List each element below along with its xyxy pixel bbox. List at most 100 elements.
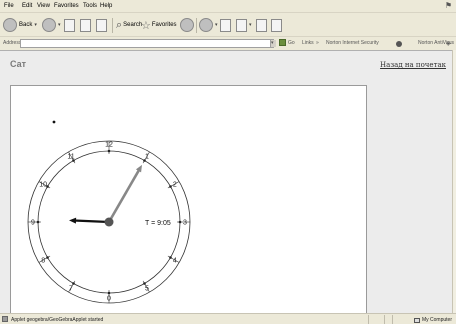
hour-number: 8 <box>41 258 45 265</box>
discuss-icon <box>256 18 267 32</box>
hour-number: 0 <box>107 296 111 303</box>
menu-edit[interactable]: Edit <box>22 3 32 9</box>
address-dropdown-button[interactable]: ▾ <box>270 40 276 47</box>
hour-marker <box>46 185 49 188</box>
forward-button[interactable]: ▾ <box>42 17 61 33</box>
print-button[interactable] <box>220 17 231 33</box>
mail-icon <box>199 18 213 32</box>
links-button[interactable]: Links <box>302 40 314 46</box>
menu-file[interactable]: File <box>4 3 14 9</box>
favorites-star-icon: ☆ <box>141 19 151 32</box>
messenger-icon <box>271 18 282 32</box>
hour-marker <box>169 256 172 259</box>
chevron-right-icon[interactable]: » <box>316 40 319 46</box>
clock-drawing: 121234507891011 T = 9:05 <box>27 120 191 304</box>
windows-logo-icon: ⚑ <box>444 1 453 10</box>
browser-window: File Edit View Favorites Tools Help ⚑ Ba… <box>0 0 456 324</box>
search-button-label: Search <box>123 22 143 28</box>
menu-bar: File Edit View Favorites Tools Help ⚑ <box>0 0 456 13</box>
history-button[interactable] <box>180 17 194 33</box>
hour-number: 12 <box>105 142 113 149</box>
norton-security-button[interactable]: Norton Internet Security <box>326 40 379 46</box>
free-point[interactable] <box>52 120 56 124</box>
discuss-button[interactable] <box>256 17 267 33</box>
hour-marker <box>46 256 49 259</box>
hour-number: 10 <box>39 182 47 189</box>
go-arrow-icon <box>279 39 286 46</box>
back-to-start-link[interactable]: Назад на почетак <box>380 61 446 69</box>
hour-marker <box>143 159 146 162</box>
analog-clock: 121234507891011 T = 9:05 <box>27 140 191 304</box>
security-zone-label: My Computer <box>421 317 452 323</box>
status-divider <box>392 315 393 324</box>
hour-number: 7 <box>69 285 73 292</box>
hour-hand-arrowhead <box>69 217 77 224</box>
menu-favorites[interactable]: Favorites <box>54 3 79 9</box>
home-icon <box>96 18 107 32</box>
messenger-button[interactable] <box>271 17 282 33</box>
hour-marker <box>178 220 182 224</box>
toolbar-divider <box>112 18 113 33</box>
hour-number: 3 <box>183 220 187 227</box>
search-button[interactable]: ⌕ Search <box>116 17 142 33</box>
history-icon <box>180 18 194 32</box>
stop-icon <box>64 18 75 32</box>
hour-marker <box>107 149 111 153</box>
stop-button[interactable] <box>64 17 75 33</box>
menu-tools[interactable]: Tools <box>83 3 97 9</box>
hour-marker <box>169 185 172 188</box>
print-icon <box>220 18 231 32</box>
home-button[interactable] <box>96 17 107 33</box>
hour-marker <box>36 220 40 224</box>
status-bar: Applet geogebra/GeoGebraApplet started M… <box>0 313 456 324</box>
clock-center-point[interactable] <box>104 217 114 227</box>
menu-help[interactable]: Help <box>100 3 112 9</box>
geogebra-applet[interactable]: 12 1 2 3 4 5 0 7 8 9 10 11 T = 9:05 <box>10 85 367 317</box>
mail-button[interactable]: ▾ <box>199 17 218 33</box>
address-bar: Address ▾ Go Links » Norton Internet Sec… <box>0 38 456 49</box>
back-arrow-icon <box>3 18 17 32</box>
page-title: Сат <box>10 59 27 69</box>
hour-number: 4 <box>173 258 177 265</box>
edit-icon <box>236 18 247 32</box>
hour-marker <box>107 291 111 295</box>
chevron-down-icon: ▾ <box>58 22 61 28</box>
back-button[interactable]: Back ▾ <box>3 17 37 33</box>
menu-view[interactable]: View <box>37 3 50 9</box>
norton-shield-icon <box>396 41 402 47</box>
chevron-down-icon: ▾ <box>215 22 218 28</box>
hour-hand[interactable] <box>73 219 110 224</box>
forward-arrow-icon <box>42 18 56 32</box>
back-button-label: Back <box>19 22 33 28</box>
page-content: Сат Назад на почетак 12 1 2 3 4 5 0 7 8 9 10 11 T =… <box>0 50 452 317</box>
minute-hand[interactable] <box>107 168 141 223</box>
status-text: Applet geogebra/GeoGebraApplet started <box>11 317 104 323</box>
address-label: Address <box>3 40 22 46</box>
computer-icon <box>413 317 420 323</box>
chevron-down-icon: ▾ <box>34 22 37 28</box>
chevron-down-icon: ▾ <box>271 40 274 46</box>
chevron-down-icon: ▾ <box>249 22 252 28</box>
hour-marker <box>72 159 75 162</box>
hour-number: 1 <box>145 154 149 161</box>
norton-antivirus-icon: ◈ <box>446 41 451 47</box>
go-button-label: Go <box>288 39 295 46</box>
refresh-button[interactable] <box>80 17 91 33</box>
security-zone: My Computer <box>413 317 452 323</box>
applet-status-icon <box>2 316 8 322</box>
standard-toolbar: Back ▾ ▾ ⌕ Search ☆ Favorites ▾ ▾ <box>0 14 456 37</box>
time-readout: T = 9:05 <box>145 220 171 227</box>
edit-button[interactable]: ▾ <box>236 17 252 33</box>
favorites-button-label: Favorites <box>151 22 177 28</box>
go-button[interactable]: Go <box>279 39 295 46</box>
address-input[interactable] <box>20 39 274 48</box>
status-divider <box>368 315 369 324</box>
hour-number: 5 <box>145 285 149 292</box>
status-divider <box>384 315 385 324</box>
hour-number: 9 <box>31 220 35 227</box>
vertical-scrollbar[interactable] <box>452 50 456 313</box>
refresh-icon <box>80 18 91 32</box>
hour-number: 2 <box>173 182 177 189</box>
hour-marker <box>143 282 146 285</box>
favorites-button[interactable]: ☆ Favorites <box>141 17 177 33</box>
